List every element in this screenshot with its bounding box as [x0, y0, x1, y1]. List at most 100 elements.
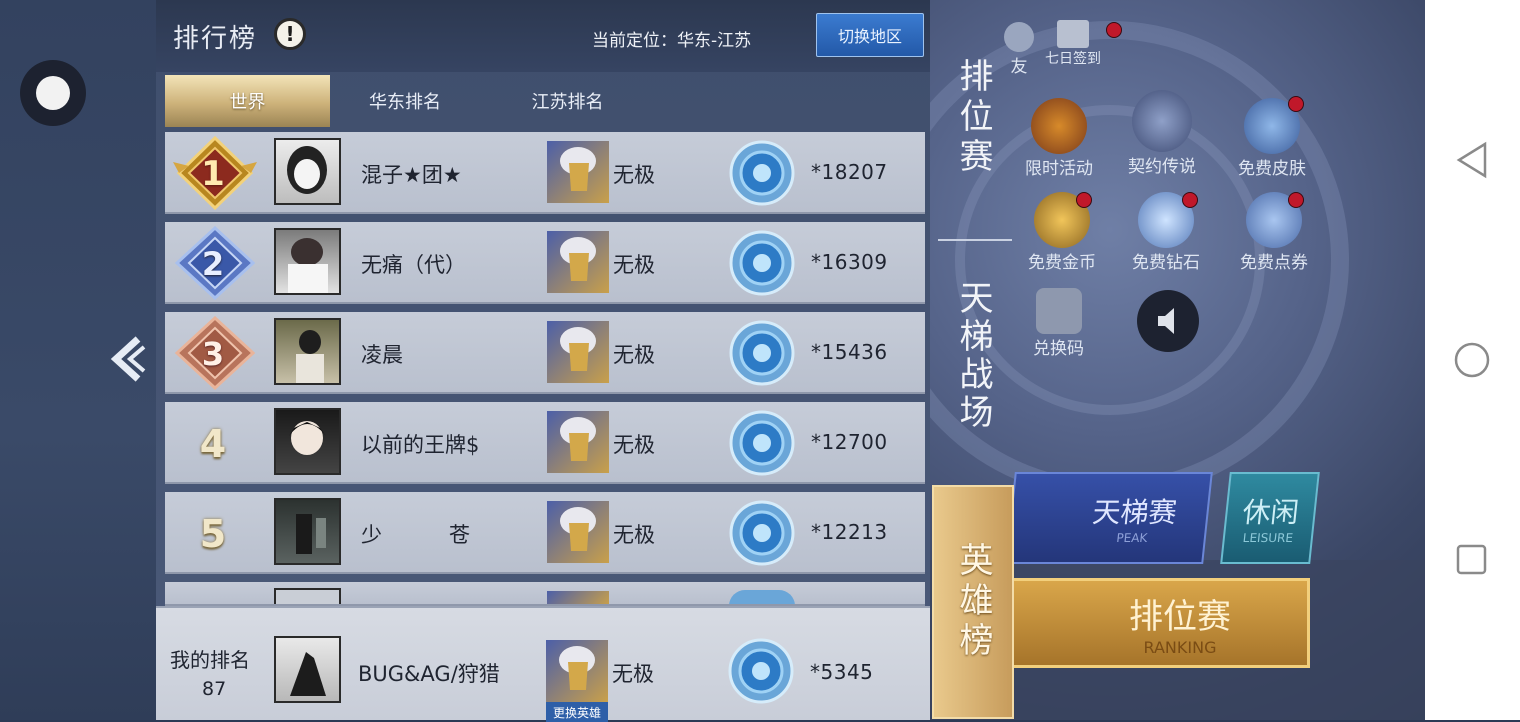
- tier-gem-icon: [729, 590, 795, 604]
- ranking-mode-button[interactable]: 排位赛 RANKING: [1010, 578, 1310, 668]
- category-tabs: 排位赛 天梯战场 英雄榜: [932, 40, 1014, 720]
- limited-event-label: 限时活动: [1025, 159, 1093, 179]
- my-rank-number: 87: [202, 678, 227, 700]
- rank-number: 1: [201, 154, 225, 194]
- hero-tier: 无极: [613, 433, 655, 457]
- free-coupon-label: 免费点券: [1240, 253, 1308, 273]
- speaker-icon: [1158, 308, 1174, 334]
- tab-ladder-label: 天梯战场: [953, 280, 993, 432]
- avatar[interactable]: [274, 408, 341, 475]
- change-hero-button[interactable]: 更换英雄: [546, 702, 608, 722]
- hero-portrait: [547, 411, 609, 473]
- hero-portrait[interactable]: [546, 640, 608, 702]
- ladder-mode-sublabel: PEAK: [1115, 531, 1149, 545]
- contract-legend-label: 契约传说: [1128, 157, 1196, 177]
- floating-assist-button[interactable]: [20, 60, 86, 126]
- tab-world[interactable]: 世界: [165, 75, 330, 127]
- free-skin-label: 免费皮肤: [1238, 159, 1306, 179]
- tab-hero-board[interactable]: 英雄榜: [932, 485, 1014, 719]
- current-location: 当前定位：华东-江苏: [592, 31, 752, 51]
- panel-header: 排行榜 ! 当前定位：华东-江苏 切换地区: [156, 0, 930, 72]
- my-rank-label: 我的排名: [170, 648, 250, 672]
- player-name: 混子★团★: [361, 163, 462, 187]
- player-name: 少 苍: [361, 523, 471, 547]
- leisure-mode-sublabel: LEISURE: [1242, 531, 1294, 545]
- panel-title: 排行榜: [173, 24, 258, 54]
- seven-day-checkin-button[interactable]: 七日签到: [1045, 20, 1101, 68]
- player-score: *12213: [811, 520, 888, 544]
- player-score: *18207: [811, 160, 888, 184]
- table-row[interactable]: 3 凌晨 无极 *15436: [165, 312, 925, 394]
- hero-tier: 无极: [613, 523, 655, 547]
- tab-east-china[interactable]: 华东排名: [345, 75, 465, 127]
- ladder-mode-label: 天梯赛: [1090, 496, 1179, 529]
- my-player-name: BUG&AG/狩猎: [358, 662, 500, 686]
- voice-button[interactable]: [1137, 290, 1199, 352]
- notification-dot: [1288, 192, 1304, 208]
- player-name: 以前的王牌$: [361, 433, 480, 457]
- player-name: 凌晨: [361, 343, 403, 367]
- redeem-code-label: 兑换码: [1033, 339, 1084, 359]
- avatar[interactable]: [274, 636, 341, 703]
- table-row[interactable]: [165, 582, 925, 606]
- limited-event-button[interactable]: 限时活动: [1025, 98, 1093, 179]
- collapse-chevron-icon[interactable]: [104, 333, 148, 385]
- avatar[interactable]: [274, 228, 341, 295]
- player-score: *16309: [811, 250, 888, 274]
- back-triangle-icon[interactable]: [1453, 140, 1491, 180]
- avatar[interactable]: [274, 588, 341, 604]
- tier-gem-icon: [729, 500, 795, 566]
- hero-portrait-icon: [1132, 90, 1192, 152]
- leisure-mode-button[interactable]: 休闲 LEISURE: [1220, 472, 1320, 564]
- ranking-mode-label: 排位赛: [1129, 597, 1231, 637]
- switch-region-button[interactable]: 切换地区: [816, 13, 924, 57]
- hero-tier: 无极: [613, 253, 655, 277]
- tier-gem-icon: [729, 410, 795, 476]
- tier-gem-icon: [729, 140, 795, 206]
- tab-jiangsu[interactable]: 江苏排名: [505, 75, 630, 127]
- hero-portrait: [547, 141, 609, 203]
- rank-number: 5: [199, 512, 227, 556]
- table-row[interactable]: 1 混子★团★ 无极 *18207: [165, 132, 925, 214]
- calendar-icon: [1057, 20, 1089, 48]
- tag-icon: [1035, 288, 1082, 334]
- checkin-label: 七日签到: [1045, 51, 1101, 67]
- redeem-code-button[interactable]: 兑换码: [1033, 288, 1084, 359]
- notification-dot: [1182, 192, 1198, 208]
- info-icon[interactable]: !: [274, 18, 306, 50]
- hero-tier: 无极: [613, 343, 655, 367]
- tab-ranked-label: 排位赛: [953, 58, 993, 178]
- table-row[interactable]: 4 以前的王牌$ 无极 *12700: [165, 402, 925, 484]
- my-rank-bar: 我的排名 87 BUG&AG/狩猎 更换英雄 无极 *5345: [156, 606, 930, 722]
- free-gold-label: 免费金币: [1028, 253, 1096, 273]
- hero-tier: 无极: [613, 163, 655, 187]
- player-name: 无痛（代）: [361, 253, 466, 277]
- tab-hero-board-label: 英雄榜: [953, 542, 993, 662]
- table-row[interactable]: 2 无痛（代） 无极 *16309: [165, 222, 925, 304]
- ladder-mode-button[interactable]: 天梯赛 PEAK: [1005, 472, 1213, 564]
- notification-dot: [1076, 192, 1092, 208]
- free-diamond-label: 免费钻石: [1132, 253, 1200, 273]
- table-row[interactable]: 5 少 苍 无极 *12213: [165, 492, 925, 574]
- avatar[interactable]: [274, 318, 341, 385]
- assist-dot-icon: [36, 76, 70, 110]
- avatar[interactable]: [274, 138, 341, 205]
- avatar[interactable]: [274, 498, 341, 565]
- player-score: *15436: [811, 340, 888, 364]
- system-navigation-bar: [1425, 0, 1520, 720]
- my-player-score: *5345: [810, 660, 874, 684]
- leisure-mode-label: 休闲: [1240, 496, 1301, 529]
- rank-number: 3: [201, 335, 225, 373]
- ranking-mode-sublabel: RANKING: [1143, 638, 1217, 657]
- tab-ranked[interactable]: 排位赛: [932, 58, 1014, 178]
- leaderboard-panel: 排行榜 ! 当前定位：华东-江苏 切换地区 世界 华东排名 江苏排名 1 混子★…: [156, 0, 930, 722]
- recents-square-icon[interactable]: [1455, 542, 1489, 578]
- home-circle-icon[interactable]: [1453, 340, 1491, 380]
- tab-ladder[interactable]: 天梯战场: [932, 280, 1014, 432]
- rank-number: 2: [201, 245, 225, 283]
- notification-dot: [1106, 22, 1122, 38]
- hero-portrait: [547, 321, 609, 383]
- contract-legend-button[interactable]: 契约传说: [1128, 90, 1196, 177]
- region-tabs: 世界 华东排名 江苏排名: [165, 75, 925, 129]
- tier-gem-icon: [729, 230, 795, 296]
